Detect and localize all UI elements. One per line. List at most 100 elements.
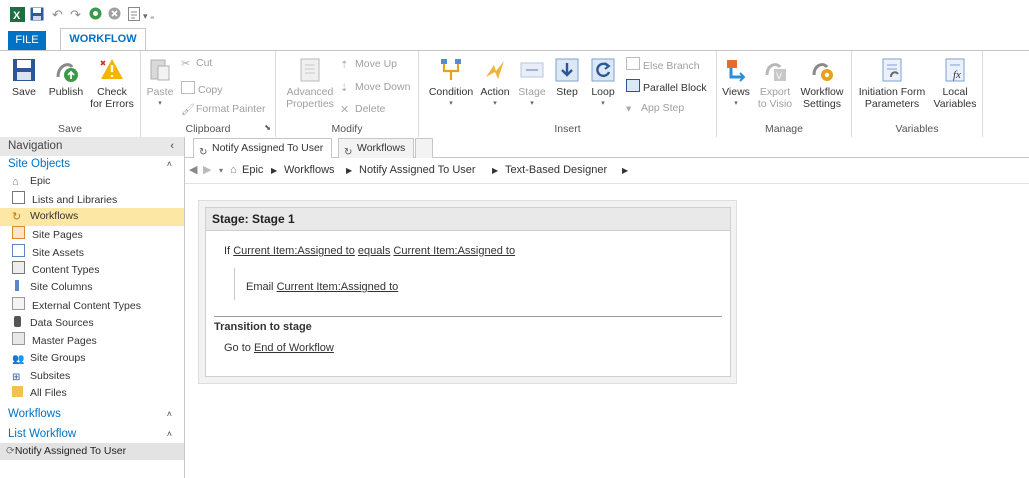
dialog-launcher-icon[interactable]: ⬊ — [264, 123, 271, 132]
page-icon[interactable] — [128, 7, 140, 24]
document-tabs: ↻ Notify Assigned To User ↻ Workflows — [185, 137, 1029, 158]
customize-icon[interactable]: ▾ ₌ — [143, 9, 155, 23]
nav-item-all-files[interactable]: All Files — [0, 385, 184, 403]
section-list-workflow[interactable]: List Workflow ˄ — [0, 426, 184, 443]
nav-item-workflows[interactable]: ↻ Workflows — [0, 208, 184, 227]
else-branch-icon — [626, 57, 640, 70]
tab-notify-assigned-to-user[interactable]: ↻ Notify Assigned To User — [193, 138, 333, 158]
nav-item-site-groups[interactable]: 👥 Site Groups — [0, 350, 184, 368]
new-tab-button[interactable] — [415, 138, 433, 158]
svg-text:fx: fx — [953, 69, 961, 81]
chevron-up-icon[interactable]: ˄ — [167, 156, 172, 173]
breadcrumb-item-epic[interactable]: Epic — [242, 158, 263, 183]
condition-operator-link[interactable]: equals — [358, 245, 390, 257]
publish-icon[interactable] — [89, 7, 102, 23]
save-button[interactable]: Save — [10, 57, 38, 98]
folder-icon — [12, 386, 23, 398]
else-branch-button[interactable]: Else Branch — [626, 57, 700, 72]
ribbon-group-save: Save Publish Check for Errors Save — [0, 51, 141, 137]
local-variables-button[interactable]: fx Local Variables — [932, 57, 978, 110]
condition-left-link[interactable]: Current Item:Assigned to — [233, 245, 355, 257]
list-workflow-item[interactable]: ⟳Notify Assigned To User — [0, 442, 184, 460]
ribbon-group-manage: Views ▾ V Export to Visio Workflow Setti… — [717, 51, 852, 137]
nav-item-site-pages[interactable]: Site Pages — [0, 226, 184, 244]
dropdown-arrow-icon: ▾ — [449, 100, 453, 107]
tab-workflows[interactable]: ↻ Workflows — [338, 138, 415, 158]
nav-item-master-pages[interactable]: Master Pages — [0, 332, 184, 350]
history-dropdown-icon[interactable]: ▾ — [219, 158, 223, 183]
workflow-settings-button[interactable]: Workflow Settings — [797, 57, 847, 110]
breadcrumb-item-designer[interactable]: Text-Based Designer — [505, 158, 607, 183]
chevron-up-icon[interactable]: ˄ — [167, 406, 172, 423]
initiation-form-parameters-button[interactable]: Initiation Form Parameters — [854, 57, 930, 110]
tab-workflow[interactable]: WORKFLOW — [60, 28, 146, 50]
ribbon: Save Publish Check for Errors Save Paste… — [0, 50, 1029, 138]
check-for-errors-button[interactable]: Check for Errors — [88, 57, 136, 110]
nav-item-content-types[interactable]: Content Types — [0, 261, 184, 279]
redo-icon[interactable]: ↷ — [70, 8, 81, 22]
external-icon — [12, 296, 25, 310]
cut-button[interactable]: ✂ Cut — [181, 57, 212, 70]
chevron-up-icon[interactable]: ˄ — [167, 426, 172, 443]
section-workflows[interactable]: Workflows ˄ — [0, 406, 184, 423]
copy-icon — [181, 81, 195, 94]
parallel-block-button[interactable]: Parallel Block — [626, 79, 707, 94]
nav-item-site-assets[interactable]: Site Assets — [0, 243, 184, 262]
goto-target-link[interactable]: End of Workflow — [254, 342, 334, 354]
paste-icon — [150, 59, 170, 81]
move-up-button[interactable]: ⇡ Move Up — [340, 58, 397, 71]
section-site-objects[interactable]: Site Objects ˄ — [0, 156, 184, 173]
breadcrumb-separator-icon: ▶ — [271, 166, 278, 175]
breadcrumb-item-workflow-name[interactable]: Notify Assigned To User — [359, 158, 476, 183]
quick-access-toolbar: X ↶ ↷ ▾ ₌ — [0, 0, 1029, 28]
tab-file[interactable]: FILE — [8, 31, 46, 50]
ribbon-group-modify: Advanced Properties ⇡ Move Up ⇣ Move Down … — [276, 51, 419, 137]
collapse-pane-icon[interactable]: ‹ — [170, 137, 174, 156]
publish-button[interactable]: Publish — [46, 57, 86, 98]
branch-indent-line — [234, 268, 235, 300]
condition-icon — [441, 59, 461, 80]
publish-icon — [56, 63, 78, 82]
nav-item-lists-and-libraries[interactable]: Lists and Libraries — [0, 190, 184, 209]
email-target-link[interactable]: Current Item:Assigned to — [277, 281, 399, 293]
action-button[interactable]: Action ▾ — [477, 57, 513, 110]
breadcrumb-item-workflows[interactable]: Workflows — [284, 158, 335, 183]
nav-item-epic[interactable]: ⌂ Epic — [0, 173, 184, 191]
save-icon[interactable] — [30, 7, 44, 24]
condition-right-link[interactable]: Current Item:Assigned to — [393, 245, 515, 257]
brush-icon: 🖌 — [181, 104, 195, 116]
nav-item-external-content-types[interactable]: External Content Types — [0, 296, 184, 315]
list-icon — [12, 190, 25, 204]
copy-button[interactable]: Copy — [181, 81, 223, 96]
step-icon — [555, 58, 579, 82]
advanced-properties-button[interactable]: Advanced Properties — [282, 57, 338, 110]
workflow-icon: ↻ — [12, 211, 22, 224]
stop-icon[interactable] — [108, 7, 121, 23]
loop-icon — [591, 58, 615, 82]
scissors-icon: ✂ — [181, 58, 191, 70]
step-button[interactable]: Step — [552, 57, 582, 98]
export-to-visio-button[interactable]: V Export to Visio — [755, 57, 795, 110]
views-button[interactable]: Views ▾ — [721, 57, 751, 110]
format-painter-button[interactable]: 🖌Format Painter — [181, 103, 265, 116]
stage-button[interactable]: Stage ▾ — [515, 57, 549, 110]
loop-button[interactable]: Loop ▾ — [588, 57, 618, 110]
move-up-icon: ⇡ — [340, 60, 349, 71]
back-icon[interactable]: ◀ — [189, 158, 197, 183]
delete-button[interactable]: ✕ Delete — [340, 103, 385, 116]
stage-inner: Stage: Stage 1 If Current Item:Assigned … — [205, 207, 731, 377]
move-down-button[interactable]: ⇣ Move Down — [340, 81, 410, 94]
nav-item-site-columns[interactable]: Site Columns — [0, 279, 184, 297]
condition-button[interactable]: Condition ▾ — [425, 57, 477, 110]
stage-title[interactable]: Stage: Stage 1 — [206, 208, 730, 231]
dropdown-arrow-icon: ▾ — [158, 100, 162, 107]
action-icon — [486, 61, 504, 79]
app-step-button[interactable]: ▾ App Step — [626, 102, 684, 115]
undo-icon[interactable]: ↶ — [52, 8, 63, 22]
nav-item-data-sources[interactable]: Data Sources — [0, 315, 184, 333]
forward-icon[interactable]: ▶ — [203, 158, 211, 183]
excel-icon[interactable]: X — [10, 7, 25, 25]
paste-button[interactable]: Paste ▾ — [145, 57, 175, 110]
app-step-icon: ▾ — [626, 103, 632, 115]
nav-item-subsites[interactable]: ⊞ Subsites — [0, 368, 184, 386]
